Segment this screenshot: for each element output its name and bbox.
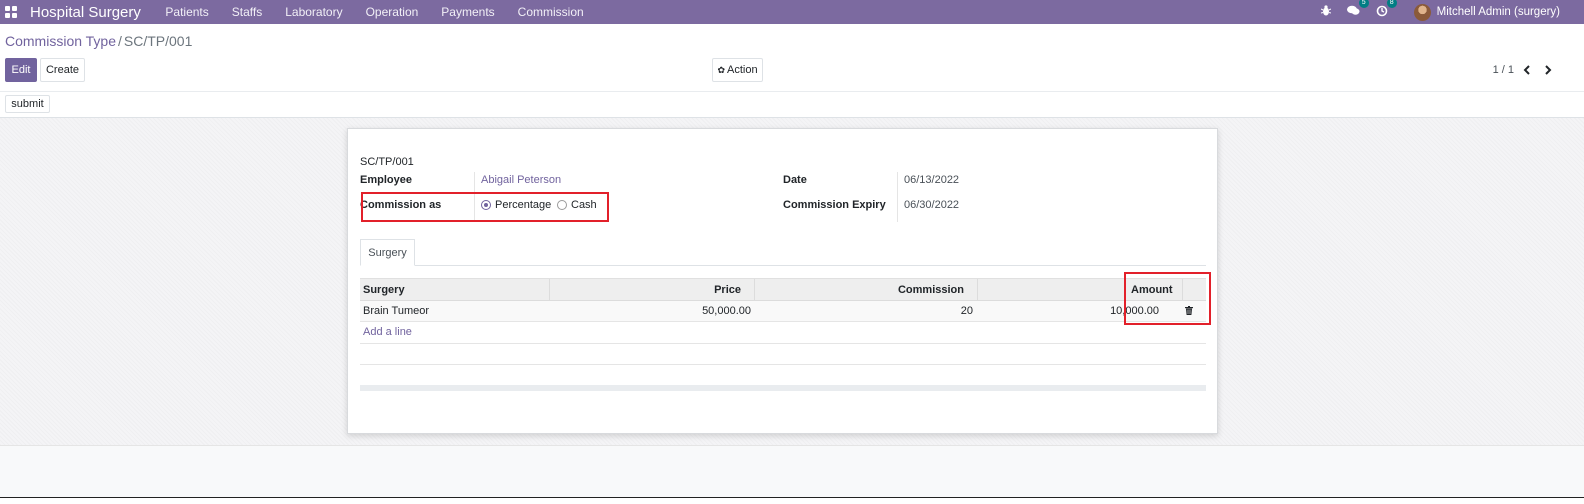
app-brand[interactable]: Hospital Surgery xyxy=(30,4,141,21)
column-divider xyxy=(549,279,550,302)
messages-icon[interactable]: 5 xyxy=(1346,0,1369,19)
menu-item-commission[interactable]: Commission xyxy=(506,5,595,19)
bug-icon[interactable] xyxy=(1320,5,1331,19)
menu-item-operation[interactable]: Operation xyxy=(354,5,430,19)
breadcrumb-parent[interactable]: Commission Type xyxy=(5,33,116,49)
column-divider xyxy=(977,279,978,302)
action-button-label: Action xyxy=(726,64,758,76)
main-navbar: Hospital Surgery Patients Staffs Laborat… xyxy=(0,0,1584,24)
menu-item-payments[interactable]: Payments xyxy=(430,5,506,19)
pager-next-icon[interactable] xyxy=(1540,61,1556,79)
systray: 5 8 Mitchell Admin (surgery) xyxy=(1320,0,1584,24)
table-row[interactable]: Brain Tumeor 50,000.00 20 10,000.00 xyxy=(360,301,1206,322)
submit-button[interactable]: submit xyxy=(5,95,50,113)
messages-badge: 5 xyxy=(1358,0,1369,8)
column-header-commission[interactable]: Commission xyxy=(898,284,964,296)
pager-previous-icon[interactable] xyxy=(1519,61,1535,79)
field-divider xyxy=(897,172,898,222)
date-field[interactable]: 06/13/2022 xyxy=(904,174,959,186)
highlight-box-amount xyxy=(1124,272,1211,325)
cell-surgery[interactable]: Brain Tumeor xyxy=(363,305,429,317)
tab-surgery[interactable]: Surgery xyxy=(360,239,415,266)
record-reference: SC/TP/001 xyxy=(360,156,414,168)
employee-label: Employee xyxy=(360,174,412,186)
highlight-box-commission-as xyxy=(361,192,609,222)
date-label: Date xyxy=(783,174,807,186)
cell-commission[interactable]: 20 xyxy=(961,305,973,317)
menu-item-staffs[interactable]: Staffs xyxy=(220,5,273,19)
tab-underline xyxy=(360,265,1206,266)
action-button[interactable]: ✿ Action xyxy=(712,58,763,82)
breadcrumb-separator: / xyxy=(118,33,122,49)
menu-item-patients[interactable]: Patients xyxy=(154,5,220,19)
menu-item-laboratory[interactable]: Laboratory xyxy=(274,5,354,19)
create-button[interactable]: Create xyxy=(40,58,85,82)
statusbar: submit xyxy=(0,91,1584,118)
empty-row-divider xyxy=(360,343,1206,344)
commission-expiry-field[interactable]: 06/30/2022 xyxy=(904,199,959,211)
employee-field[interactable]: Abigail Peterson xyxy=(481,174,561,186)
breadcrumb-current: SC/TP/001 xyxy=(123,33,193,49)
activity-icon[interactable]: 8 xyxy=(1376,0,1397,20)
breadcrumb: Commission Type / SC/TP/001 xyxy=(5,33,192,49)
commission-expiry-label: Commission Expiry xyxy=(783,199,886,211)
main-menu: Patients Staffs Laboratory Operation Pay… xyxy=(154,5,595,19)
column-header-price[interactable]: Price xyxy=(714,284,741,296)
column-header-surgery[interactable]: Surgery xyxy=(363,284,405,296)
table-footer xyxy=(360,385,1206,391)
pager-value[interactable]: 1 / 1 xyxy=(1493,64,1514,76)
apps-menu-icon[interactable] xyxy=(5,6,17,18)
table-header: Surgery Price Commission Amount xyxy=(360,278,1206,302)
activity-badge: 8 xyxy=(1386,0,1397,8)
empty-row-divider xyxy=(360,364,1206,365)
gear-icon: ✿ xyxy=(717,64,725,75)
column-divider xyxy=(754,279,755,302)
cell-price[interactable]: 50,000.00 xyxy=(702,305,751,317)
user-menu[interactable]: Mitchell Admin (surgery) xyxy=(1437,6,1560,18)
chatter-area xyxy=(0,445,1584,498)
user-avatar[interactable] xyxy=(1413,3,1431,21)
form-sheet: SC/TP/001 Employee Abigail Peterson Comm… xyxy=(347,128,1218,434)
edit-button[interactable]: Edit xyxy=(5,58,37,82)
add-a-line-link[interactable]: Add a line xyxy=(363,326,412,338)
